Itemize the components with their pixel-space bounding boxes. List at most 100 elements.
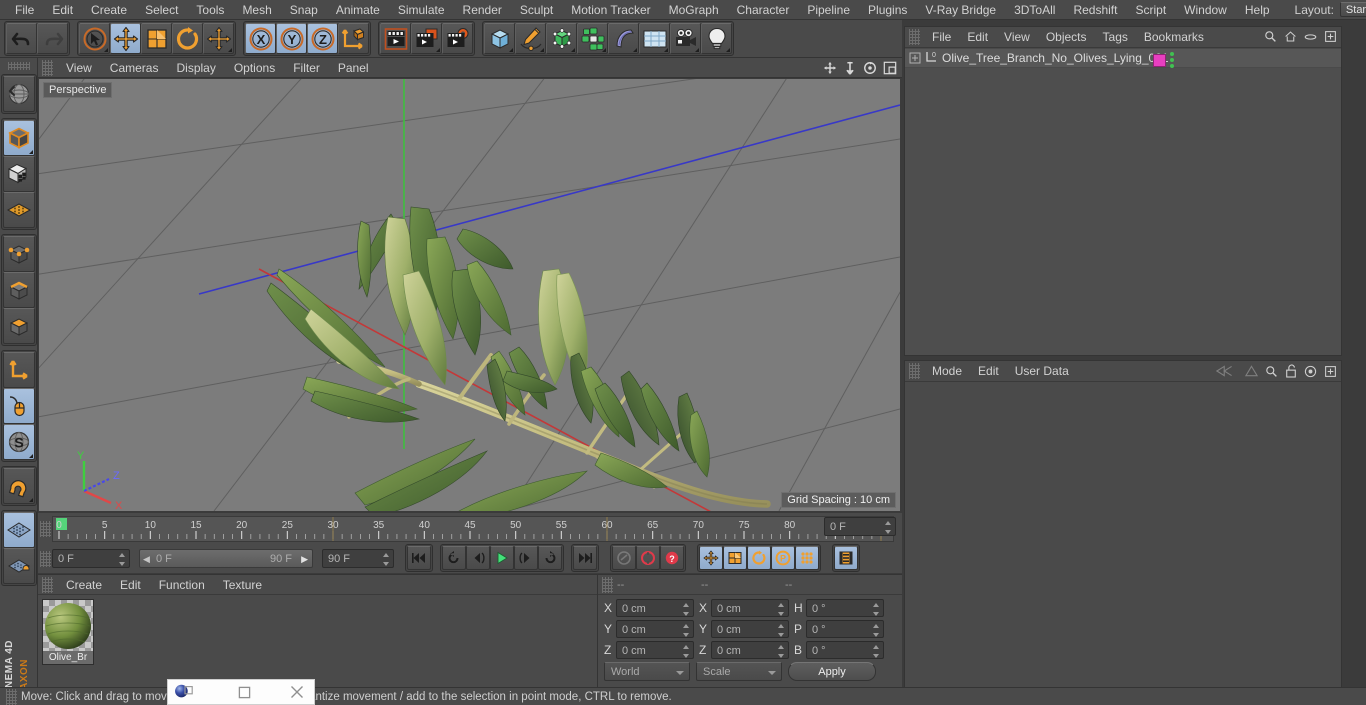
magnet-icon-button[interactable] [2,468,35,504]
coord-size-field-y[interactable]: 0 cm [711,620,789,638]
key-param-button[interactable]: P [771,546,795,570]
viewport-menu-item-filter[interactable]: Filter [284,58,329,78]
menu-item-v-ray-bridge[interactable]: V-Ray Bridge [916,0,1005,20]
viewport-menu-grip[interactable] [42,59,53,76]
edge-mode-button[interactable] [2,272,35,308]
spinner-icon[interactable] [119,552,126,566]
step-back-button[interactable] [466,546,490,570]
coord-size-field-x[interactable]: 0 cm [711,599,789,617]
go-to-end-button[interactable] [573,546,597,570]
timeline-frame-field-right[interactable]: 0 F [824,517,896,536]
menu-item-select[interactable]: Select [136,0,187,20]
point-mode-button[interactable] [2,236,35,272]
viewport-menu-item-cameras[interactable]: Cameras [101,58,168,78]
attributes-menu-grip[interactable] [909,363,920,379]
menu-item-snap[interactable]: Snap [281,0,327,20]
minimize-icon[interactable] [1304,32,1317,42]
menu-item-animate[interactable]: Animate [327,0,389,20]
live-selection-tool[interactable] [79,23,110,54]
coord-rot-field-p[interactable]: 0 ° [806,620,884,638]
coordinate-mode-select[interactable]: Scale [696,662,782,681]
coord-rot-field-h[interactable]: 0 ° [806,599,884,617]
spinner-icon[interactable] [778,645,785,658]
menu-item-mograph[interactable]: MoGraph [660,0,728,20]
menu-item-tools[interactable]: Tools [187,0,233,20]
apply-button[interactable]: Apply [788,662,876,681]
coordinate-system-select[interactable]: World [604,662,690,681]
menu-item-file[interactable]: File [6,0,43,20]
overlay-window[interactable] [167,679,315,705]
polygon-mode-button[interactable] [2,308,35,344]
timeline-ctrl-grip[interactable] [40,551,51,567]
material-menu-item-create[interactable]: Create [57,575,111,595]
lock-icon[interactable] [1285,364,1297,378]
key-position-button[interactable] [699,546,723,570]
left-toolbar-grip[interactable] [7,62,30,70]
undo-view-button[interactable] [2,76,35,112]
coord-rot-field-b[interactable]: 0 ° [806,641,884,659]
enable-axis-button[interactable] [2,388,35,424]
redo-button[interactable] [37,23,68,54]
spline-pen-button[interactable] [515,23,546,54]
viewport-menu-item-display[interactable]: Display [167,58,224,78]
spinner-icon[interactable] [873,645,880,658]
menu-item-pipeline[interactable]: Pipeline [798,0,859,20]
spinner-icon[interactable] [383,552,390,566]
render-view-button[interactable] [380,23,411,54]
rotate-view-icon[interactable] [863,61,877,75]
status-bar-grip[interactable] [6,688,17,705]
material-tag-icon[interactable] [1153,53,1166,67]
objects-menu-item-edit[interactable]: Edit [959,27,996,48]
pan-view-icon[interactable] [823,61,837,75]
axis-modify-button[interactable] [2,352,35,388]
spinner-icon[interactable] [683,624,690,637]
coord-pos-field-z[interactable]: 0 cm [616,641,694,659]
play-backwards-loop-button[interactable] [442,546,466,570]
model-mode-button[interactable] [2,120,35,156]
home-icon[interactable] [1284,30,1297,43]
menu-item-render[interactable]: Render [454,0,511,20]
restore-icon[interactable] [227,680,262,704]
maximize-view-icon[interactable] [883,61,897,75]
material-swatch[interactable]: Olive_Br [42,599,94,665]
coord-pos-field-y[interactable]: 0 cm [616,620,694,638]
record-button[interactable] [636,546,660,570]
polygon-grid-button[interactable] [2,192,35,228]
viewport-menu-item-options[interactable]: Options [225,58,284,78]
play-forward-loop-button[interactable] [538,546,562,570]
spinner-icon[interactable] [885,521,892,534]
timeline-button[interactable] [834,546,858,570]
search-icon[interactable] [1264,30,1277,43]
viewport-3d[interactable]: Y X Z Perspective Grid Spacing : 10 cm [39,79,900,511]
key-scale-button[interactable] [723,546,747,570]
step-forward-button[interactable] [514,546,538,570]
object-row[interactable]: 0 Olive_Tree_Branch_No_Olives_Lying_001 [905,49,1341,68]
generator-button[interactable] [546,23,577,54]
cube-primitive-button[interactable] [484,23,515,54]
expand-plus-icon[interactable] [909,52,921,64]
maximize-icon[interactable] [1324,30,1337,43]
key-rotation-button[interactable] [747,546,771,570]
menu-item-motion-tracker[interactable]: Motion Tracker [562,0,659,20]
close-icon[interactable] [279,680,314,704]
null-object-icon[interactable]: 0 [923,51,939,65]
spinner-icon[interactable] [778,603,785,616]
objects-tree[interactable]: 0 Olive_Tree_Branch_No_Olives_Lying_001 [905,49,1341,355]
light-button[interactable] [701,23,732,54]
texture-mode-button[interactable] [2,156,35,192]
axis-y-toggle[interactable]: Y [276,23,307,54]
deformer-button[interactable] [608,23,639,54]
menu-item-script[interactable]: Script [1126,0,1175,20]
move-tool[interactable] [110,23,141,54]
material-menu-item-function[interactable]: Function [150,575,214,595]
material-menu-item-edit[interactable]: Edit [111,575,150,595]
coordinates-grip[interactable] [602,576,613,593]
scale-tool[interactable] [141,23,172,54]
spinner-icon[interactable] [778,624,785,637]
frame-range-bar[interactable]: ◀ 0 F 90 F ▶ [139,548,313,568]
objects-menu-grip[interactable] [909,29,920,45]
menu-item-sculpt[interactable]: Sculpt [511,0,562,20]
viewport-menu-item-view[interactable]: View [57,58,101,78]
menu-item-edit[interactable]: Edit [43,0,82,20]
spinner-icon[interactable] [873,603,880,616]
